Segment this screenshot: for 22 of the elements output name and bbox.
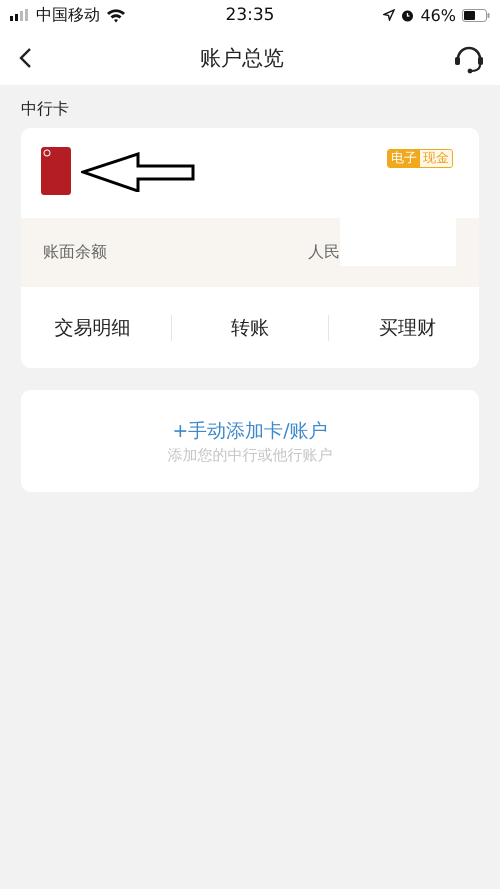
- balance-value: 人民: [308, 242, 340, 263]
- carrier-name: 中国移动: [36, 4, 100, 26]
- add-account-link[interactable]: +手动添加卡/账户: [172, 418, 328, 444]
- section-title: 中行卡: [21, 99, 70, 120]
- location-icon: [383, 9, 396, 21]
- badge-text: 电子: [388, 150, 420, 167]
- page-title: 账户总览: [200, 44, 284, 72]
- clock-time: 23:35: [226, 5, 274, 25]
- add-account-card[interactable]: +手动添加卡/账户 添加您的中行或他行账户: [21, 390, 479, 492]
- action-button[interactable]: 买理财: [342, 314, 472, 342]
- bank-card-icon: [41, 147, 71, 195]
- balance-label: 账面余额: [43, 242, 107, 263]
- add-account-hint: 添加您的中行或他行账户: [168, 446, 332, 464]
- signal-icon: [10, 9, 30, 21]
- battery-icon: [462, 8, 490, 22]
- back-button[interactable]: [18, 46, 32, 68]
- action-button[interactable]: 转账: [184, 314, 315, 342]
- alarm-icon: [401, 8, 414, 22]
- wifi-icon: [106, 8, 126, 22]
- badge-text: 现金: [420, 150, 452, 167]
- battery-percent: 46%: [420, 6, 456, 24]
- action-button[interactable]: 交易明细: [28, 314, 158, 342]
